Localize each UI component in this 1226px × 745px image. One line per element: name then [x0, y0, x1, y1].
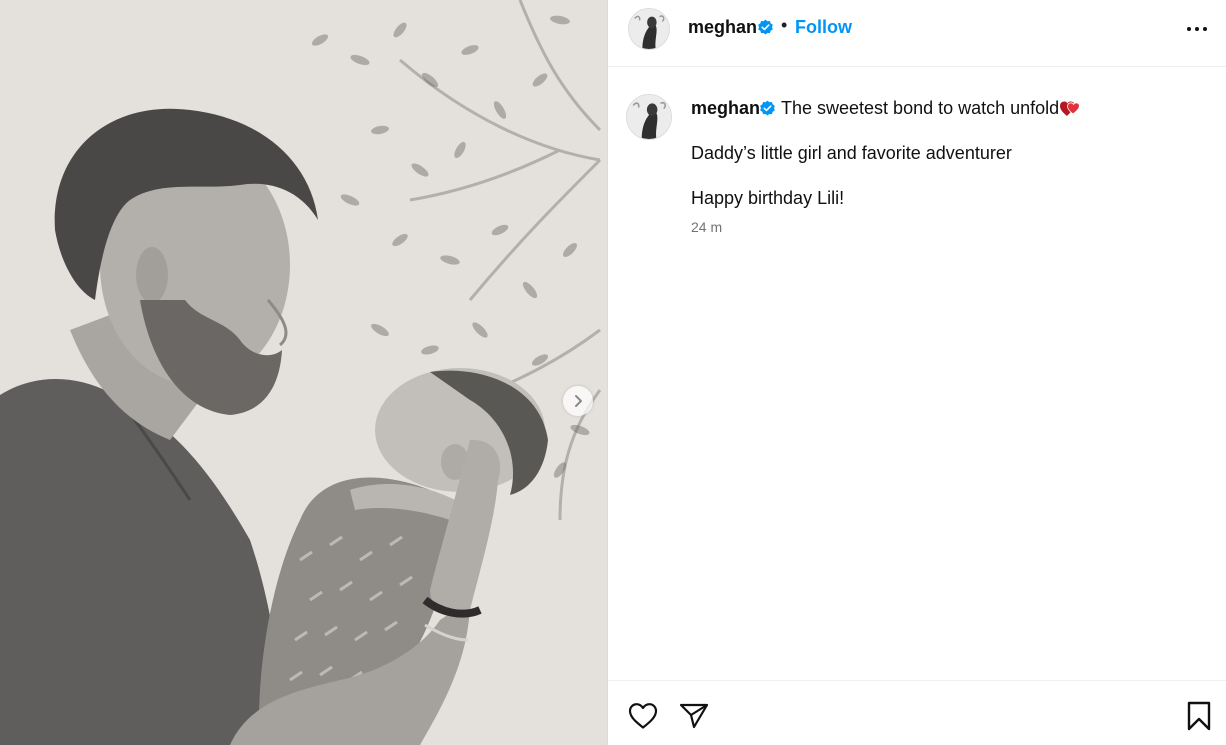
post-header: meghan • Follow — [608, 0, 1226, 67]
post-side-panel: meghan • Follow meghan The sweetest bond… — [607, 0, 1226, 745]
author-username[interactable]: meghan — [688, 17, 757, 38]
avatar-image — [629, 9, 669, 49]
comments-area: meghan The sweetest bond to watch unfold… — [608, 68, 1226, 680]
two-hearts-icon — [1060, 101, 1080, 116]
photo-artwork — [0, 0, 607, 745]
like-button[interactable] — [627, 700, 659, 732]
more-options-button[interactable] — [1181, 18, 1213, 40]
action-bar — [608, 680, 1226, 745]
post-photo — [0, 0, 607, 745]
avatar-image — [627, 95, 671, 139]
verified-badge-icon — [760, 100, 775, 116]
save-button[interactable] — [1183, 700, 1215, 732]
heart-outline-icon — [628, 703, 658, 729]
caption-line-2: Daddy’s little girl and favorite adventu… — [691, 143, 1012, 163]
caption-line-3: Happy birthday Lili! — [691, 188, 845, 208]
follow-button[interactable]: Follow — [795, 17, 852, 38]
share-button[interactable] — [678, 700, 710, 732]
caption-author-username[interactable]: meghan — [691, 98, 760, 119]
more-options-icon — [1185, 27, 1209, 31]
caption-author-avatar[interactable] — [626, 94, 672, 140]
bookmark-icon — [1187, 701, 1211, 731]
author-avatar[interactable] — [628, 8, 670, 50]
verified-badge-icon — [758, 19, 773, 35]
chevron-right-icon — [575, 395, 582, 407]
caption-line-1: The sweetest bond to watch unfold — [781, 98, 1060, 118]
post-timestamp[interactable]: 24 m — [691, 219, 722, 235]
header-separator: • — [781, 15, 788, 35]
instagram-post-modal: meghan • Follow meghan The sweetest bond… — [0, 0, 1226, 745]
paper-plane-icon — [679, 703, 709, 729]
next-photo-button[interactable] — [563, 386, 593, 416]
